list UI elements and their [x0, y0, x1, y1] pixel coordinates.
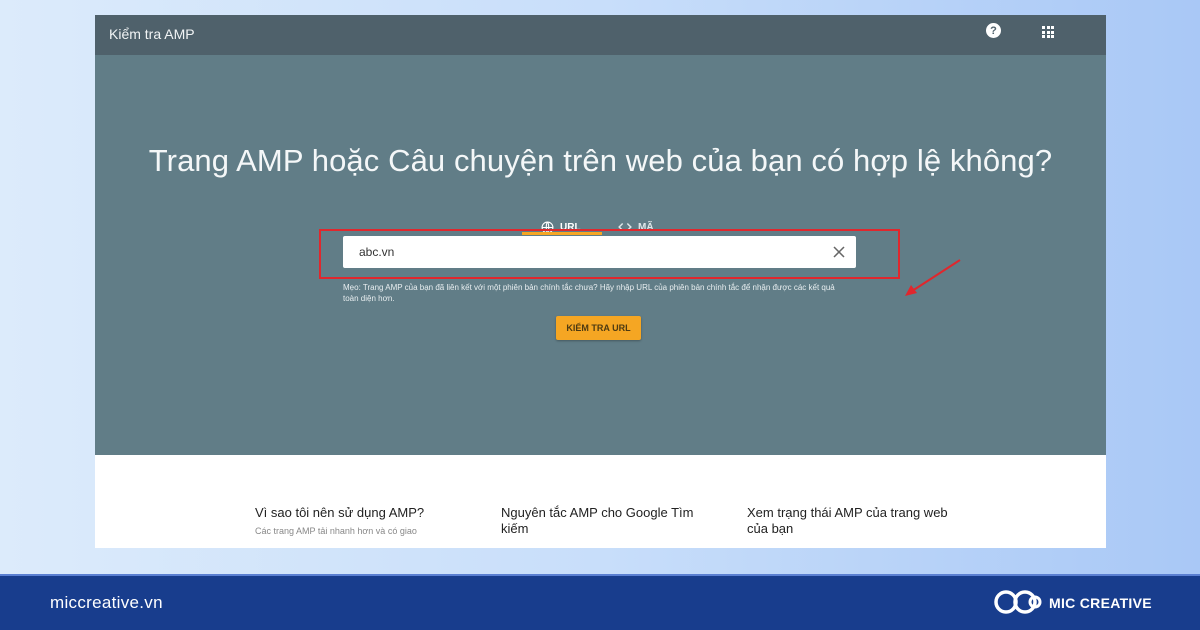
hero-section: Trang AMP hoặc Câu chuyện trên web của b… [95, 55, 1106, 455]
info-column-title[interactable]: Nguyên tắc AMP cho Google Tìm kiếm [501, 505, 711, 537]
annotation-arrow-icon [905, 259, 961, 296]
info-column: Vì sao tôi nên sử dụng AMP? Các trang AM… [255, 505, 465, 536]
info-column: Nguyên tắc AMP cho Google Tìm kiếm [501, 505, 711, 542]
apps-grid-icon[interactable] [1042, 26, 1054, 38]
brand-logo-icon [994, 590, 1042, 614]
info-column: Xem trạng thái AMP của trang web của bạn [747, 505, 957, 542]
hint-text: Mẹo: Trang AMP của bạn đã liên kết với m… [343, 283, 835, 303]
info-column-title[interactable]: Vì sao tôi nên sử dụng AMP? [255, 505, 465, 521]
check-url-button[interactable]: KIỂM TRA URL [556, 316, 641, 340]
help-icon[interactable]: ? [986, 23, 1001, 38]
annotation-highlight-box [319, 229, 900, 279]
footer-brand-name: MIC CREATIVE [1049, 595, 1152, 611]
amp-test-screenshot: Kiểm tra AMP ? Trang AMP hoặc Câu chuyện… [95, 15, 1106, 548]
info-column-text: Các trang AMP tải nhanh hơn và có giao [255, 526, 417, 536]
footer-website: miccreative.vn [50, 593, 163, 612]
top-app-bar: Kiểm tra AMP ? [95, 15, 1106, 55]
page-headline: Trang AMP hoặc Câu chuyện trên web của b… [148, 143, 1053, 178]
info-column-title[interactable]: Xem trạng thái AMP của trang web của bạn [747, 505, 957, 537]
app-title: Kiểm tra AMP [109, 26, 195, 42]
footer-banner: miccreative.vn MIC CREATIVE [0, 574, 1200, 630]
